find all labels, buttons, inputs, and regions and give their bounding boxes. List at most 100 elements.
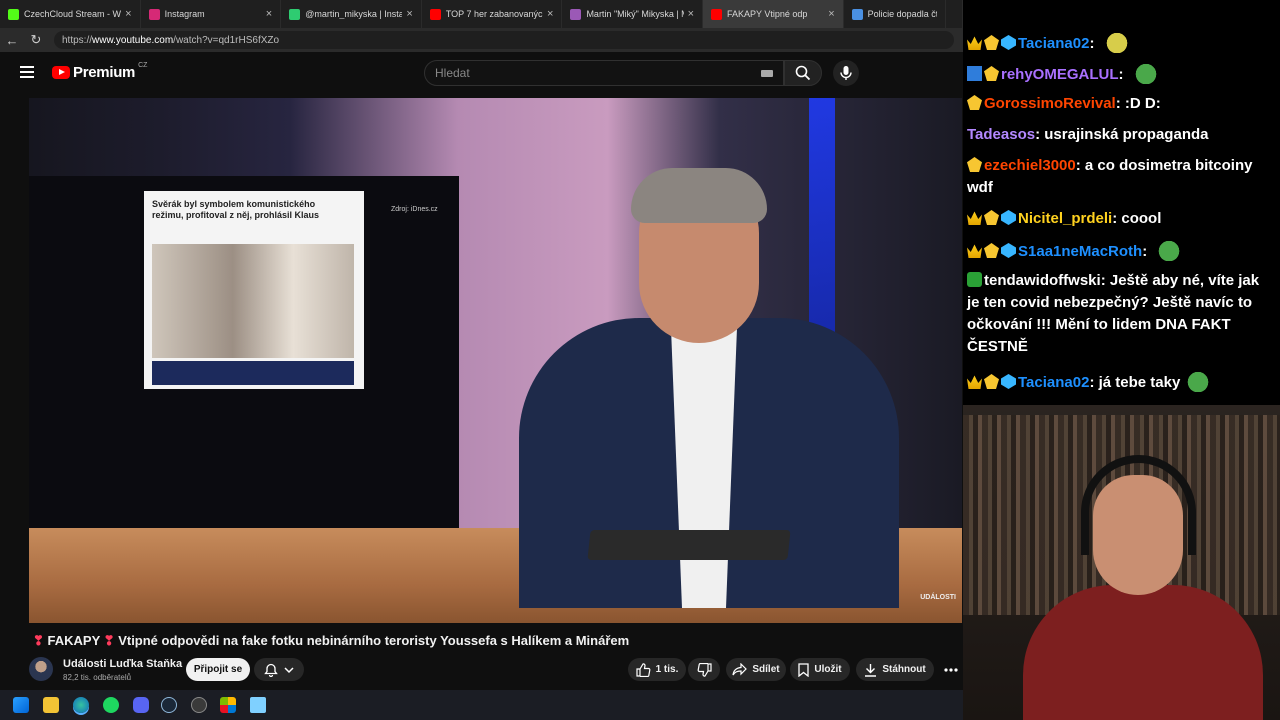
chat-username[interactable]: GorossimoRevival xyxy=(984,95,1116,112)
back-icon[interactable]: ← xyxy=(0,33,24,48)
tab-label: @martin_mikyska | Instagram xyxy=(305,9,402,19)
reload-icon[interactable]: ↻ xyxy=(24,32,48,48)
search-input[interactable]: Hledat xyxy=(424,60,784,86)
tab-favicon-icon xyxy=(8,8,19,20)
prime-badge-icon xyxy=(967,66,982,81)
bits-badge-icon xyxy=(967,95,982,110)
steam-icon[interactable] xyxy=(161,697,177,713)
video-title: ❣ FAKAPY ❣ Vtipné odpovědi na fake fotku… xyxy=(33,633,953,649)
tab-close-icon[interactable]: × xyxy=(688,8,694,20)
file-explorer-icon[interactable] xyxy=(43,697,59,713)
streamer-webcam xyxy=(963,405,1280,720)
more-dots-icon xyxy=(944,667,958,672)
chat-username[interactable]: Taciana02 xyxy=(1018,35,1089,52)
browser-tab[interactable]: CzechCloud Stream - Watch l × xyxy=(0,0,141,28)
tab-favicon-icon xyxy=(851,8,863,20)
browser-tab[interactable]: TOP 7 her zabanovaných na S × xyxy=(422,0,563,28)
tab-close-icon[interactable]: × xyxy=(406,8,412,20)
save-button[interactable]: Uložit xyxy=(790,658,850,681)
browser-tab[interactable]: Martin "Miký" Mikyska | MÚ × xyxy=(562,0,704,28)
youtube-logo[interactable]: Premium CZ xyxy=(52,62,147,81)
browser-tab[interactable]: Policie dopadla čtvrtou o xyxy=(844,0,946,28)
more-actions-button[interactable] xyxy=(940,658,962,681)
app-icon[interactable] xyxy=(191,697,207,713)
crown-badge-icon xyxy=(967,244,982,258)
hamburger-menu-icon[interactable] xyxy=(20,66,34,78)
title-prefix: FAKAPY xyxy=(47,633,101,648)
streamer-body xyxy=(1023,585,1263,720)
tab-label: Martin "Miký" Mikyska | MÚ xyxy=(586,9,683,19)
chat-username[interactable]: S1aa1neMacRoth xyxy=(1018,243,1142,260)
gem-badge-icon xyxy=(1001,210,1016,225)
chevron-down-icon xyxy=(284,666,294,673)
pepe-emote-icon xyxy=(1155,239,1184,261)
chat-username[interactable]: ezechiel3000 xyxy=(984,157,1076,174)
heart-icon: ❣ xyxy=(33,633,44,648)
edge-browser-icon[interactable] xyxy=(73,697,89,713)
tab-label: Instagram xyxy=(164,9,205,19)
bits-badge-icon xyxy=(984,374,999,389)
discord-icon[interactable] xyxy=(133,697,149,713)
article-title: Svěrák byl symbolem komunistického režim… xyxy=(152,199,320,220)
tab-label: CzechCloud Stream - Watch l xyxy=(24,9,121,19)
extension-icon[interactable] xyxy=(946,0,963,28)
keyboard-icon[interactable] xyxy=(761,70,773,77)
chat-username[interactable]: Nicitel_prdeli xyxy=(1018,210,1112,227)
tab-close-icon[interactable]: × xyxy=(547,8,553,20)
chat-separator: : xyxy=(1075,157,1085,174)
chat-message: S1aa1neMacRoth: xyxy=(967,239,1272,263)
chat-separator: : xyxy=(1142,243,1152,260)
windows-start-icon[interactable] xyxy=(13,697,29,713)
search-icon xyxy=(795,65,811,81)
bell-icon xyxy=(264,663,278,677)
browser-tab[interactable]: FAKAPY Vtipné odp × xyxy=(703,0,844,28)
title-text: Vtipné odpovědi na fake fotku nebinárníh… xyxy=(118,633,630,648)
share-button[interactable]: Sdílet xyxy=(726,658,786,681)
join-button[interactable]: Připojit se xyxy=(186,658,250,681)
chat-username[interactable]: Taciana02 xyxy=(1018,374,1089,391)
save-label: Uložit xyxy=(814,664,842,675)
voice-search-button[interactable] xyxy=(833,60,859,86)
chat-message: Taciana02: já tebe taky xyxy=(967,370,1272,394)
chat-username[interactable]: rehyOMEGALUL xyxy=(1001,66,1119,83)
chat-text: usrajinská propaganda xyxy=(1044,126,1209,143)
tab-close-icon[interactable]: × xyxy=(828,8,834,20)
article-thumbnails xyxy=(152,361,354,385)
crown-badge-icon xyxy=(967,375,982,389)
tab-close-icon[interactable]: × xyxy=(125,8,131,20)
stream-chat: Taciana02: rehyOMEGALUL: GorossimoReviva… xyxy=(963,0,1280,405)
channel-name[interactable]: Události Luďka Staňka xyxy=(63,658,182,670)
like-button[interactable]: 1 tis. xyxy=(628,658,686,681)
url-field[interactable]: https://www.youtube.com/watch?v=qd1rHS6f… xyxy=(54,31,954,49)
browser-tab[interactable]: @martin_mikyska | Instagram × xyxy=(281,0,422,28)
video-player[interactable]: Svěrák byl symbolem komunistického režim… xyxy=(29,98,962,623)
chat-text: coool xyxy=(1121,210,1162,227)
photos-icon[interactable] xyxy=(220,697,236,713)
chat-username[interactable]: tendawidoffwski xyxy=(984,272,1101,289)
article-card: Svěrák byl symbolem komunistického režim… xyxy=(144,191,364,389)
microphone-icon xyxy=(840,66,852,80)
spotify-icon[interactable] xyxy=(103,697,119,713)
gem-badge-icon xyxy=(1001,374,1016,389)
download-label: Stáhnout xyxy=(882,664,926,675)
chat-separator: : xyxy=(1089,374,1099,391)
channel-avatar[interactable] xyxy=(29,657,53,681)
browser-tab[interactable]: Instagram × xyxy=(141,0,282,28)
tab-label: Policie dopadla čtvrtou o xyxy=(867,9,937,19)
gem-badge-icon xyxy=(1001,35,1016,50)
search-button[interactable] xyxy=(784,60,822,86)
chat-message: Taciana02: xyxy=(967,31,1272,55)
tab-favicon-icon xyxy=(289,8,301,20)
chat-text: :D D: xyxy=(1124,95,1161,112)
logo-text: Premium xyxy=(73,64,136,81)
chat-username[interactable]: Tadeasos xyxy=(967,126,1035,143)
chat-message: Tadeasos: usrajinská propaganda xyxy=(967,124,1272,146)
download-button[interactable]: Stáhnout xyxy=(856,658,934,681)
chat-message: rehyOMEGALUL: xyxy=(967,62,1272,86)
notifications-button[interactable] xyxy=(254,658,304,681)
bits-badge-icon xyxy=(984,210,999,225)
notepad-icon[interactable] xyxy=(250,697,266,713)
dislike-button[interactable] xyxy=(688,658,720,681)
tab-close-icon[interactable]: × xyxy=(266,8,272,20)
channel-watermark: UDÁLOSTI xyxy=(920,594,956,601)
